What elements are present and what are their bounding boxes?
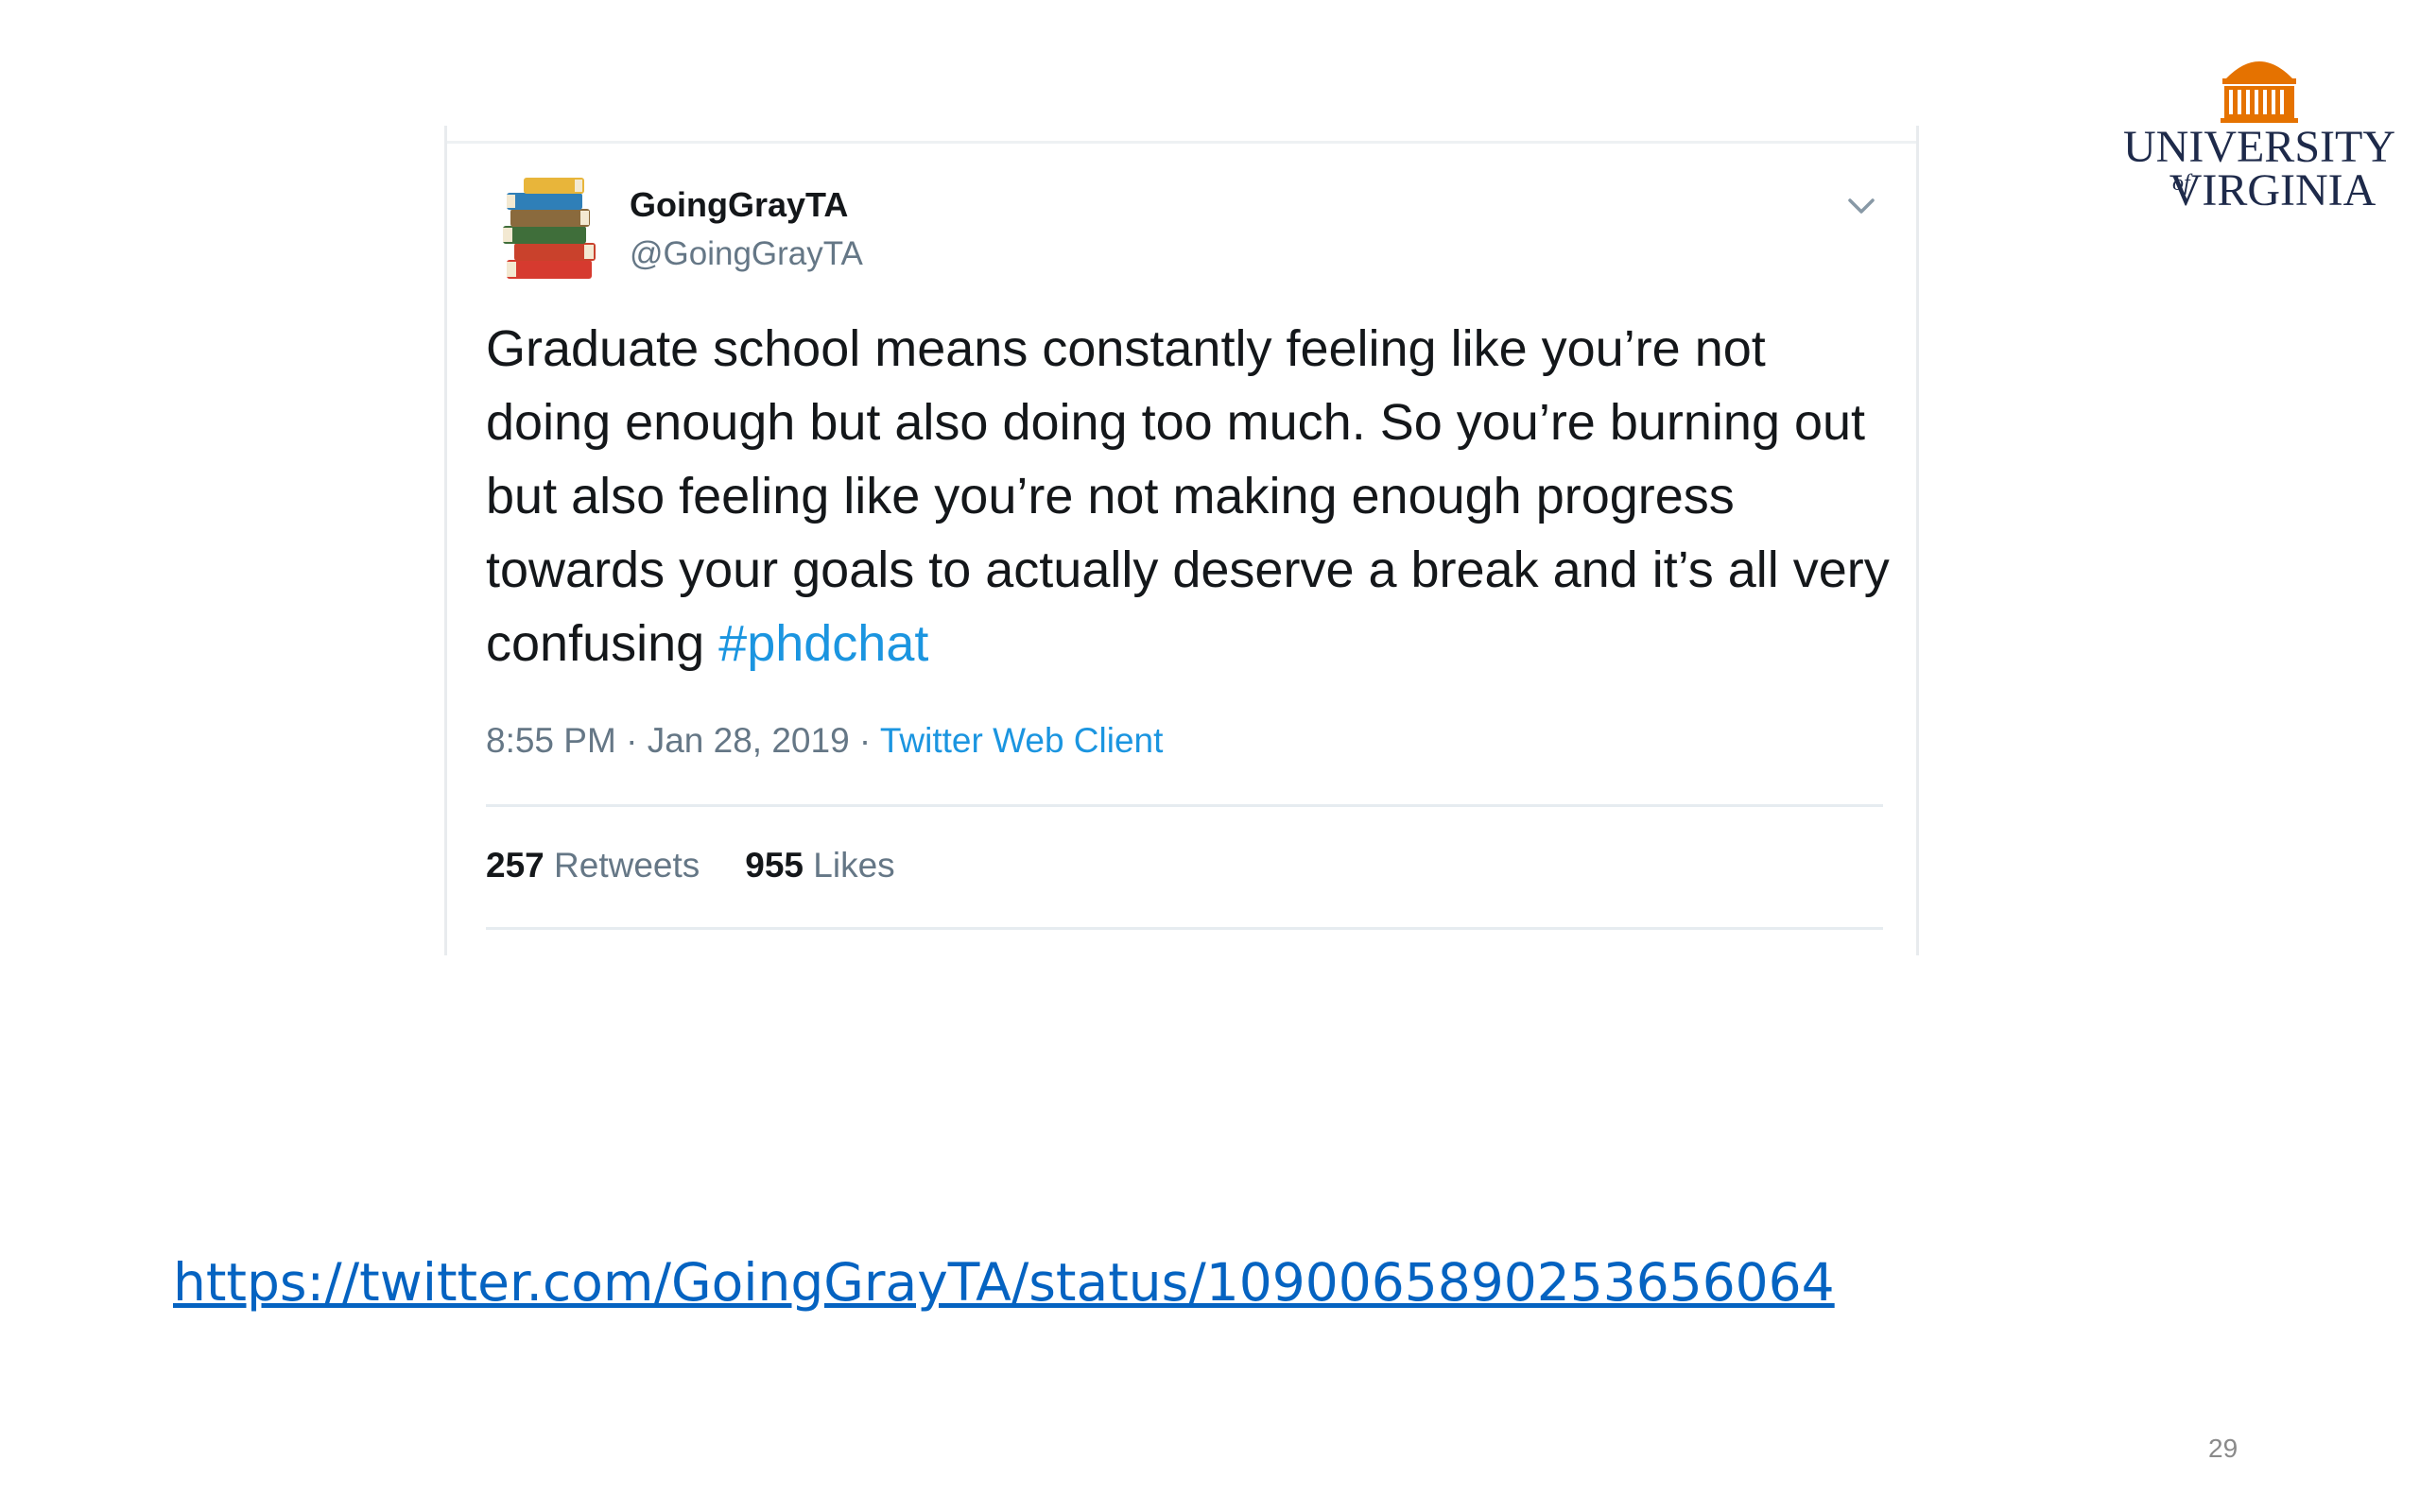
tweet-handle[interactable]: @GoingGrayTA xyxy=(630,235,863,273)
tweet-meta: 8:55 PM · Jan 28, 2019 · Twitter Web Cli… xyxy=(486,721,1163,761)
meta-separator: · xyxy=(849,721,880,760)
avatar-books-icon[interactable] xyxy=(490,167,614,292)
chevron-down-icon[interactable] xyxy=(1842,187,1880,225)
retweets-label: Retweets xyxy=(554,846,700,885)
tweet-card: GoingGrayTA @GoingGrayTA Graduate school… xyxy=(444,126,1919,955)
divider xyxy=(486,804,1883,807)
uva-logo: UNIVERSITY of VIRGINIA xyxy=(2123,61,2395,215)
card-top-border xyxy=(447,141,1916,144)
tweet-display-name[interactable]: GoingGrayTA xyxy=(630,185,848,225)
meta-separator: · xyxy=(615,721,648,760)
likes-stat[interactable]: 955 Likes xyxy=(745,846,894,885)
likes-count: 955 xyxy=(745,846,804,885)
tweet-stats: 257 Retweets 955 Likes xyxy=(486,846,895,885)
hashtag-link[interactable]: #phdchat xyxy=(718,615,928,672)
retweets-stat[interactable]: 257 Retweets xyxy=(486,846,700,885)
tweet-time[interactable]: 8:55 PM xyxy=(486,721,616,760)
tweet-text: Graduate school means constantly feeling… xyxy=(486,312,1904,680)
tweet-date[interactable]: Jan 28, 2019 xyxy=(648,721,850,760)
source-link[interactable]: https://twitter.com/GoingGrayTA/status/1… xyxy=(173,1252,1835,1313)
logo-virginia-text: VIRGINIA xyxy=(2169,165,2377,215)
retweets-count: 257 xyxy=(486,846,544,885)
divider xyxy=(486,927,1883,930)
rotunda-icon xyxy=(2221,61,2298,123)
tweet-body: Graduate school means constantly feeling… xyxy=(486,320,1890,672)
page-number: 29 xyxy=(2208,1434,2238,1463)
tweet-client-link[interactable]: Twitter Web Client xyxy=(880,721,1164,760)
slide: GoingGrayTA @GoingGrayTA Graduate school… xyxy=(0,0,2420,1512)
likes-label: Likes xyxy=(813,846,895,885)
